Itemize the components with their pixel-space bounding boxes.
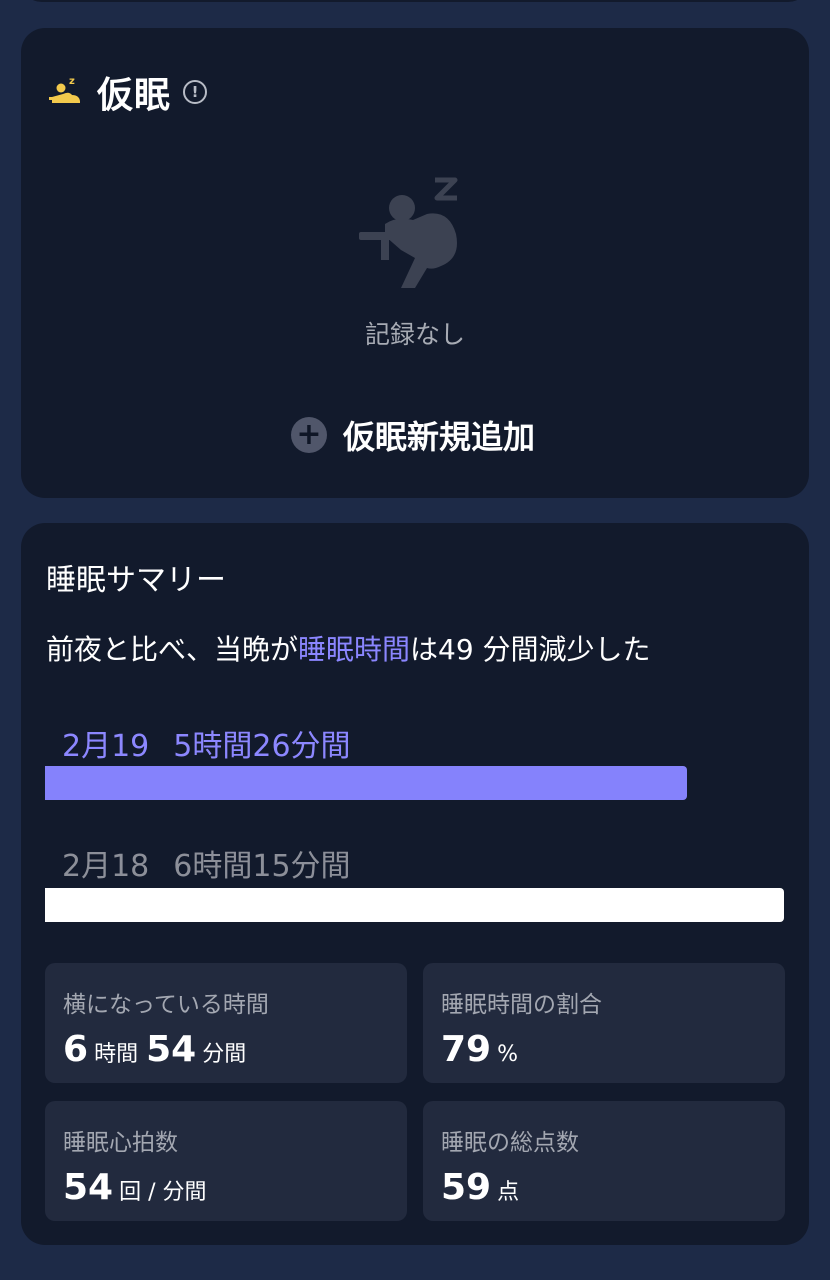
nap-header: z 仮眠 !: [49, 66, 208, 118]
day-row-previous: 2月18 6時間15分間: [62, 841, 351, 885]
metric-sleep-heart-rate[interactable]: 睡眠心拍数 54 回 / 分間: [45, 1101, 407, 1221]
metric-sleep-score[interactable]: 睡眠の総点数 59 点: [423, 1101, 785, 1221]
summary-sentence: 前夜と比べ、当晩が睡眠時間は49 分間減少した: [46, 628, 651, 668]
ratio-value: 79: [441, 1029, 492, 1070]
metric-label: 睡眠時間の割合: [441, 992, 602, 1018]
score-unit: 点: [497, 1180, 520, 1205]
sentence-highlight: 睡眠時間: [298, 633, 411, 666]
summary-title: 睡眠サマリー: [46, 563, 226, 598]
heart-rate-unit: 回 / 分間: [119, 1180, 207, 1205]
metric-value: 6 時間 54 分間: [63, 1029, 389, 1070]
ratio-unit: %: [497, 1042, 519, 1067]
nap-title: 仮眠: [97, 75, 172, 116]
sentence-suffix: は49 分間減少した: [410, 633, 651, 666]
empty-state-text: 記録なし: [364, 320, 465, 349]
plus-circle-icon: +: [291, 417, 327, 453]
add-nap-label: 仮眠新規追加: [343, 418, 536, 456]
day-duration: 6時間15分間: [173, 849, 351, 884]
day-date: 2月19: [62, 729, 150, 764]
metric-lying-time[interactable]: 横になっている時間 6 時間 54 分間: [45, 963, 407, 1083]
heart-rate-value: 54: [63, 1167, 114, 1208]
metric-label: 横になっている時間: [63, 992, 269, 1018]
metric-value: 79%: [441, 1029, 767, 1070]
metric-label: 睡眠の総点数: [441, 1130, 579, 1156]
lying-hours-unit: 時間: [94, 1042, 139, 1067]
exclamation-circle-icon[interactable]: !: [183, 80, 208, 104]
day-duration: 5時間26分間: [173, 729, 351, 764]
sentence-prefix: 前夜と比べ、当晩が: [46, 633, 299, 666]
day-date: 2月18: [62, 849, 150, 884]
sleep-summary-card: 睡眠サマリー 前夜と比べ、当晩が睡眠時間は49 分間減少した 2月19 5時間26…: [21, 523, 809, 1245]
nap-icon: z: [49, 75, 83, 109]
score-value: 59: [441, 1167, 492, 1208]
sleeping-person-icon: [357, 176, 467, 300]
metric-label: 睡眠心拍数: [63, 1130, 178, 1156]
nap-card: z 仮眠 ! 記録なし + 仮眠新規追加: [21, 28, 809, 498]
metric-sleep-ratio[interactable]: 睡眠時間の割合 79%: [423, 963, 785, 1083]
metric-value: 54 回 / 分間: [63, 1167, 389, 1208]
previous-card-edge: [20, 0, 810, 2]
lying-minutes-unit: 分間: [202, 1042, 247, 1067]
svg-text:z: z: [69, 76, 75, 87]
add-nap-button[interactable]: + 仮眠新規追加: [291, 412, 535, 458]
metric-value: 59 点: [441, 1167, 767, 1208]
sleep-bar-previous: [45, 888, 784, 922]
lying-minutes: 54: [146, 1029, 197, 1070]
lying-hours: 6: [63, 1029, 89, 1070]
day-row-current: 2月19 5時間26分間: [62, 721, 351, 765]
sleep-bar-current: [45, 766, 687, 800]
